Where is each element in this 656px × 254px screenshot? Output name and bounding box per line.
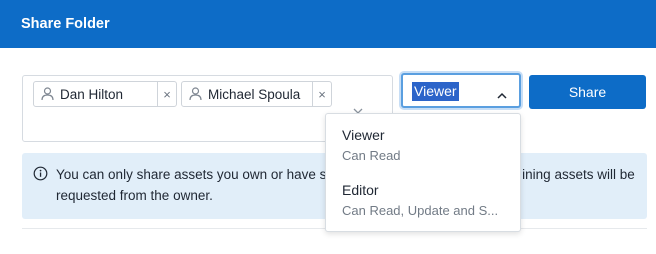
role-option-title: Viewer bbox=[342, 127, 385, 143]
recipient-chip: Michael Spoula × bbox=[181, 81, 332, 107]
share-button-label: Share bbox=[568, 84, 607, 100]
user-icon bbox=[41, 87, 54, 101]
recipient-chip: Dan Hilton × bbox=[33, 81, 177, 107]
recipient-name: Michael Spoula bbox=[208, 86, 301, 102]
chevron-up-icon bbox=[496, 87, 508, 99]
info-icon bbox=[33, 166, 48, 181]
user-icon bbox=[189, 87, 202, 101]
dialog-header: Share Folder bbox=[0, 0, 656, 48]
remove-recipient-button[interactable]: × bbox=[157, 82, 176, 106]
share-button[interactable]: Share bbox=[529, 75, 646, 109]
recipient-name: Dan Hilton bbox=[60, 86, 124, 102]
chevron-down-icon[interactable] bbox=[352, 103, 364, 114]
role-option-description: Can Read, Update and S... bbox=[342, 203, 499, 218]
role-option-viewer[interactable]: Viewer Can Read bbox=[326, 127, 520, 163]
role-select[interactable]: Viewer bbox=[401, 73, 521, 108]
role-select-value: Viewer bbox=[412, 82, 459, 101]
role-option-description: Can Read bbox=[342, 148, 401, 163]
role-dropdown-menu: Viewer Can Read Editor Can Read, Update … bbox=[325, 113, 521, 232]
remove-recipient-button[interactable]: × bbox=[312, 82, 331, 106]
dialog-title: Share Folder bbox=[21, 16, 110, 32]
role-option-editor[interactable]: Editor Can Read, Update and S... bbox=[326, 182, 520, 218]
role-option-title: Editor bbox=[342, 182, 379, 198]
